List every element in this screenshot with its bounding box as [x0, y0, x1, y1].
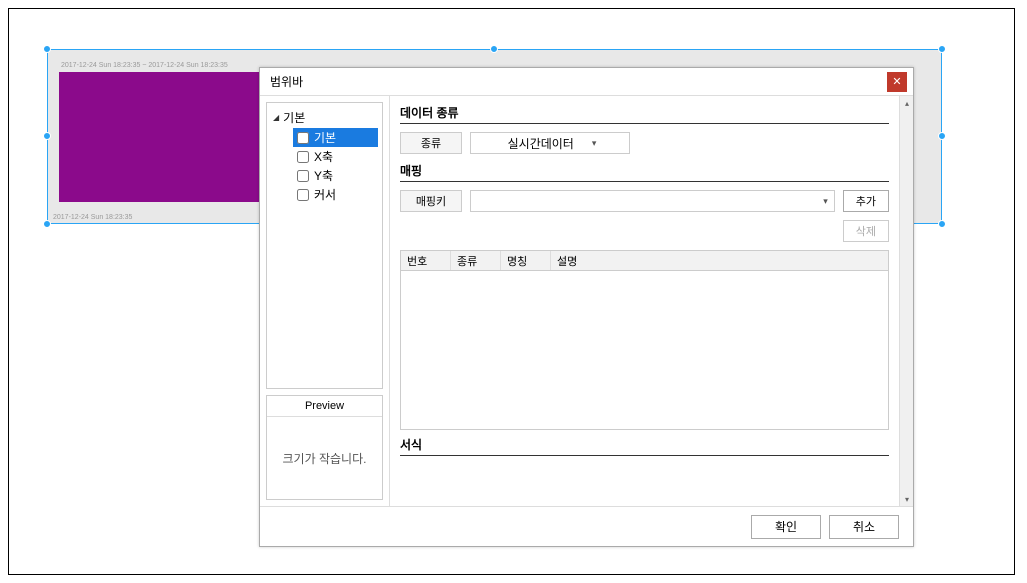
tree-item-cursor[interactable]: 커서 [293, 185, 378, 204]
tree-item-basic[interactable]: 기본 [293, 128, 378, 147]
col-no[interactable]: 번호 [401, 251, 451, 270]
tree-item-yaxis[interactable]: Y축 [293, 166, 378, 185]
tree-checkbox[interactable] [297, 170, 309, 182]
dialog-left-pane: 기본 기본 X축 Y축 [260, 96, 390, 506]
section-data-kind: 데이터 종류 [400, 104, 889, 124]
tree-checkbox[interactable] [297, 189, 309, 201]
chevron-down-icon: ▾ [592, 138, 597, 149]
scroll-down-icon[interactable]: ▾ [900, 492, 913, 506]
dialog-title: 범위바 [270, 73, 303, 90]
close-icon: ✕ [892, 75, 901, 88]
col-name[interactable]: 명칭 [501, 251, 551, 270]
chevron-down-icon: ▾ [823, 196, 828, 207]
timestamp-top: 2017-12-24 Sun 18:23:35 ~ 2017-12-24 Sun… [61, 62, 228, 69]
tree-item-label: Y축 [314, 167, 333, 184]
dialog-footer: 확인 취소 [260, 506, 913, 546]
resize-handle-w[interactable] [43, 132, 51, 140]
grid-header: 번호 종류 명칭 설명 [401, 251, 888, 271]
tree-item-label: X축 [314, 148, 333, 165]
ok-button[interactable]: 확인 [751, 515, 821, 539]
dialog-right-pane: 데이터 종류 종류 실시간데이터 ▾ 매핑 매핑키 ▾ [390, 96, 913, 506]
section-mapping: 매핑 [400, 162, 889, 182]
mapping-grid[interactable]: 번호 종류 명칭 설명 [400, 250, 889, 430]
properties-dialog: 범위바 ✕ 기본 기본 [259, 67, 914, 547]
resize-handle-sw[interactable] [43, 220, 51, 228]
resize-handle-n[interactable] [490, 45, 498, 53]
tree-root-label: 기본 [283, 109, 305, 126]
scroll-up-icon[interactable]: ▴ [900, 96, 913, 110]
resize-handle-se[interactable] [938, 220, 946, 228]
col-kind[interactable]: 종류 [451, 251, 501, 270]
category-tree[interactable]: 기본 기본 X축 Y축 [266, 102, 383, 389]
dialog-titlebar[interactable]: 범위바 ✕ [260, 68, 913, 96]
kind-label: 종류 [400, 132, 462, 154]
tree-item-label: 기본 [314, 129, 336, 146]
mapping-key-dropdown[interactable]: ▾ [470, 190, 835, 212]
preview-title: Preview [267, 396, 382, 417]
kind-dropdown[interactable]: 실시간데이터 ▾ [470, 132, 630, 154]
kind-value: 실시간데이터 [508, 135, 574, 152]
section-format: 서식 [400, 436, 889, 456]
col-desc[interactable]: 설명 [551, 251, 888, 270]
cancel-button[interactable]: 취소 [829, 515, 899, 539]
app-frame: 2017-12-24 Sun 18:23:35 ~ 2017-12-24 Sun… [8, 8, 1015, 575]
dialog-body: 기본 기본 X축 Y축 [260, 96, 913, 506]
resize-handle-ne[interactable] [938, 45, 946, 53]
resize-handle-nw[interactable] [43, 45, 51, 53]
mapping-key-label: 매핑키 [400, 190, 462, 212]
resize-handle-e[interactable] [938, 132, 946, 140]
preview-panel: Preview 크기가 작습니다. [266, 395, 383, 500]
tree-root[interactable]: 기본 [271, 109, 378, 126]
tree-item-xaxis[interactable]: X축 [293, 147, 378, 166]
vertical-scrollbar[interactable]: ▴ ▾ [899, 96, 913, 506]
timestamp-bottom: 2017-12-24 Sun 18:23:35 [53, 214, 132, 221]
delete-button[interactable]: 삭제 [843, 220, 889, 242]
tree-checkbox[interactable] [297, 151, 309, 163]
add-button[interactable]: 추가 [843, 190, 889, 212]
preview-message: 크기가 작습니다. [267, 417, 382, 499]
tree-checkbox[interactable] [297, 132, 309, 144]
tree-item-label: 커서 [314, 186, 336, 203]
close-button[interactable]: ✕ [887, 72, 907, 92]
